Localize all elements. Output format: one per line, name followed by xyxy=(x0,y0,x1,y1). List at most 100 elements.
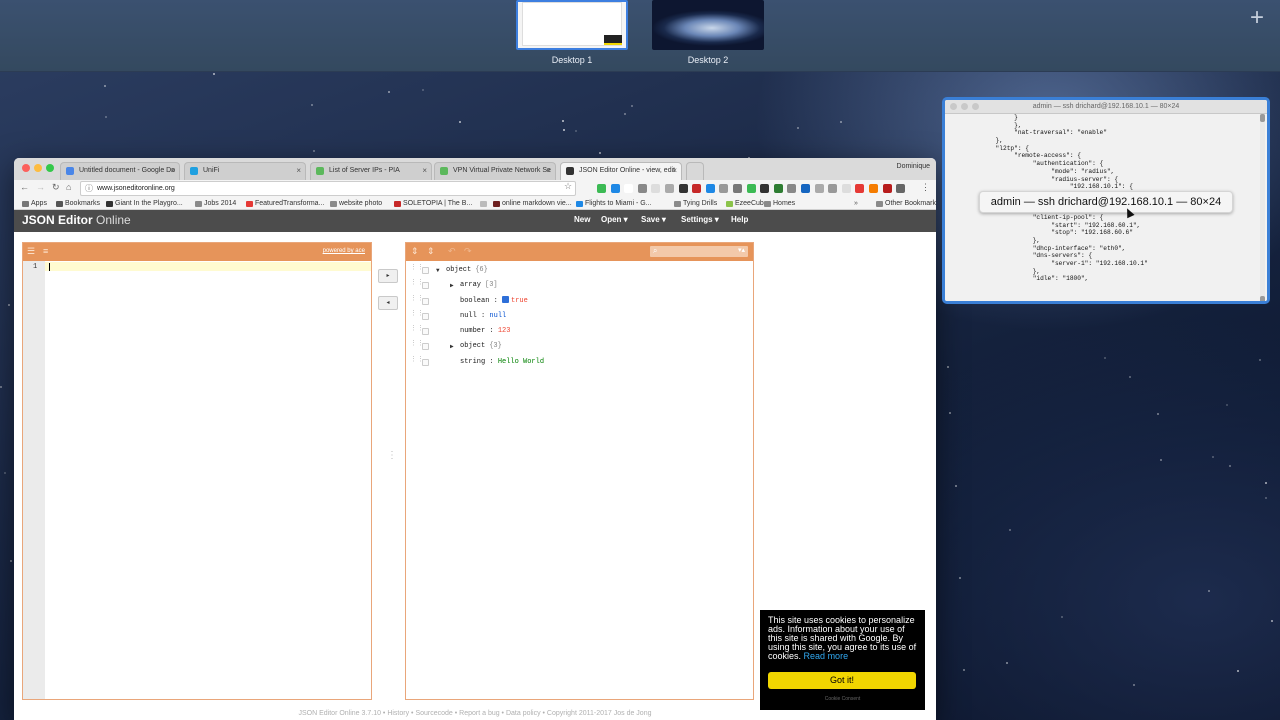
tree-value[interactable]: Hello World xyxy=(498,358,544,366)
extension-icon[interactable] xyxy=(855,184,865,193)
extension-icon[interactable] xyxy=(814,184,824,193)
tree-row[interactable]: ⋮⋮ string : Hello World xyxy=(406,355,753,370)
zoom-window-icon[interactable] xyxy=(46,164,54,172)
extension-icon[interactable] xyxy=(760,184,770,193)
close-window-icon[interactable] xyxy=(22,164,30,172)
menu-save[interactable]: Save ▾ xyxy=(641,215,666,224)
drag-handle-icon[interactable]: ⋮⋮ xyxy=(410,265,424,274)
extension-icon[interactable] xyxy=(719,184,729,193)
tree-field-name[interactable]: number xyxy=(460,327,485,335)
tree-field-name[interactable]: string xyxy=(460,358,485,366)
text-cursor[interactable] xyxy=(49,263,50,271)
close-tab-icon[interactable]: × xyxy=(546,163,551,179)
extension-icon[interactable] xyxy=(841,184,851,193)
forward-icon[interactable]: → xyxy=(36,182,45,192)
panel-splitter[interactable]: ⋮ xyxy=(387,451,397,461)
close-tab-icon[interactable]: × xyxy=(296,163,301,179)
terminal-close-icon[interactable] xyxy=(950,103,957,110)
profile-name[interactable]: Dominique xyxy=(897,163,930,170)
browser-tab[interactable]: JSON Editor Online - view, edit × xyxy=(560,162,682,180)
tree-field-name[interactable]: object xyxy=(446,266,471,274)
context-menu-button[interactable] xyxy=(422,312,429,320)
expand-toggle-icon[interactable]: ▼ xyxy=(436,263,440,278)
close-tab-icon[interactable]: × xyxy=(422,163,427,179)
more-bookmarks-icon[interactable]: » xyxy=(854,198,858,210)
extension-icon[interactable] xyxy=(787,184,797,193)
tree-row[interactable]: ⋮⋮ number : 123 xyxy=(406,324,753,339)
context-menu-button[interactable] xyxy=(422,267,429,274)
tree-row[interactable]: ⋮⋮ null : null xyxy=(406,309,753,324)
expand-toggle-icon[interactable]: ▶ xyxy=(450,278,454,293)
tree-field-name[interactable]: boolean xyxy=(460,297,489,305)
extension-icon[interactable] xyxy=(773,184,783,193)
extension-icon[interactable] xyxy=(678,184,688,193)
bookmark-item[interactable]: FeaturedTransforma... xyxy=(246,198,324,210)
cookie-accept-button[interactable]: Got it! xyxy=(768,672,916,689)
browser-tab[interactable]: List of Server IPs - PIA × xyxy=(310,162,432,180)
extension-icon[interactable] xyxy=(705,184,715,193)
extension-icon[interactable] xyxy=(651,184,661,193)
extension-icon[interactable] xyxy=(733,184,742,193)
chrome-menu-icon[interactable]: ⋮ xyxy=(921,182,930,193)
home-icon[interactable]: ⌂ xyxy=(66,182,71,192)
compact-icon[interactable]: ≡ xyxy=(43,246,48,256)
terminal-scrollbar[interactable] xyxy=(1260,114,1265,301)
extension-icon[interactable] xyxy=(692,184,702,193)
boolean-checkbox[interactable] xyxy=(502,295,510,303)
close-tab-icon[interactable]: × xyxy=(672,163,677,179)
drag-handle-icon[interactable]: ⋮⋮ xyxy=(410,280,424,289)
bookmark-item[interactable]: Tying Drills xyxy=(674,198,717,210)
tree-field-name[interactable]: object xyxy=(460,342,485,350)
menu-settings[interactable]: Settings ▾ xyxy=(681,215,719,224)
drag-handle-icon[interactable]: ⋮⋮ xyxy=(410,295,424,305)
extension-icon[interactable] xyxy=(828,184,838,193)
terminal-minimize-icon[interactable] xyxy=(961,103,968,110)
menu-new[interactable]: New xyxy=(574,215,590,224)
minimize-window-icon[interactable] xyxy=(34,164,42,172)
bookmark-item[interactable]: Apps xyxy=(22,198,47,210)
copy-to-right-button[interactable]: ▸ xyxy=(378,269,398,283)
tree-row[interactable]: ⋮⋮ ▶ object {3} xyxy=(406,339,753,354)
new-tab-button[interactable] xyxy=(686,162,704,180)
drag-handle-icon[interactable]: ⋮⋮ xyxy=(410,326,424,335)
redo-icon[interactable]: ↷ xyxy=(464,246,472,257)
tree-value[interactable]: 123 xyxy=(498,327,511,335)
extension-icon[interactable] xyxy=(665,184,674,193)
tree-value[interactable]: null xyxy=(489,312,506,320)
context-menu-button[interactable] xyxy=(422,328,429,336)
browser-tab[interactable]: UniFi × xyxy=(184,162,306,180)
context-menu-button[interactable] xyxy=(422,343,429,351)
browser-tab[interactable]: Untitled document - Google Do × xyxy=(60,162,180,180)
address-bar[interactable]: ⓘ www.jsoneditoronline.org xyxy=(80,181,576,196)
tree-row[interactable]: ⋮⋮ boolean : true xyxy=(406,294,753,309)
bookmark-item[interactable]: Giant In the Playgro... xyxy=(106,198,183,210)
extension-icon[interactable] xyxy=(746,184,756,193)
extension-icon[interactable] xyxy=(869,184,878,193)
tree-field-name[interactable]: array xyxy=(460,281,481,289)
terminal-zoom-icon[interactable] xyxy=(972,103,979,110)
tree-value[interactable]: true xyxy=(511,297,528,305)
drag-handle-icon[interactable]: ⋮⋮ xyxy=(410,310,424,320)
bookmark-item[interactable]: Jobs 2014 xyxy=(195,198,236,210)
context-menu-button[interactable] xyxy=(422,358,429,366)
collapse-all-icon[interactable]: ⇕ xyxy=(427,246,435,257)
extension-icon[interactable] xyxy=(801,184,810,193)
bookmark-item[interactable]: Homes xyxy=(764,198,795,210)
context-menu-button[interactable] xyxy=(422,297,429,305)
desktop-1-thumbnail[interactable] xyxy=(516,0,628,50)
format-icon[interactable]: ☰ xyxy=(27,246,35,257)
bookmark-item[interactable]: online markdown vie... xyxy=(493,198,572,210)
tree-row[interactable]: ⋮⋮ ▼ object {6} xyxy=(406,263,753,278)
desktop-2-thumbnail[interactable] xyxy=(652,0,764,50)
extension-icon[interactable] xyxy=(882,184,892,193)
bookmark-item[interactable]: SOLETOPIA | The B... xyxy=(394,198,472,210)
menu-help[interactable]: Help xyxy=(731,215,748,224)
context-menu-button[interactable] xyxy=(422,282,429,290)
tree-field-name[interactable]: null xyxy=(460,312,477,320)
extension-icon[interactable] xyxy=(637,184,647,193)
bookmark-item[interactable]: website photo xyxy=(330,198,382,210)
undo-icon[interactable]: ↶ xyxy=(448,246,456,257)
drag-handle-icon[interactable]: ⋮⋮ xyxy=(410,341,424,350)
extension-icon[interactable] xyxy=(624,184,634,193)
powered-by-link[interactable]: powered by ace xyxy=(323,248,365,254)
